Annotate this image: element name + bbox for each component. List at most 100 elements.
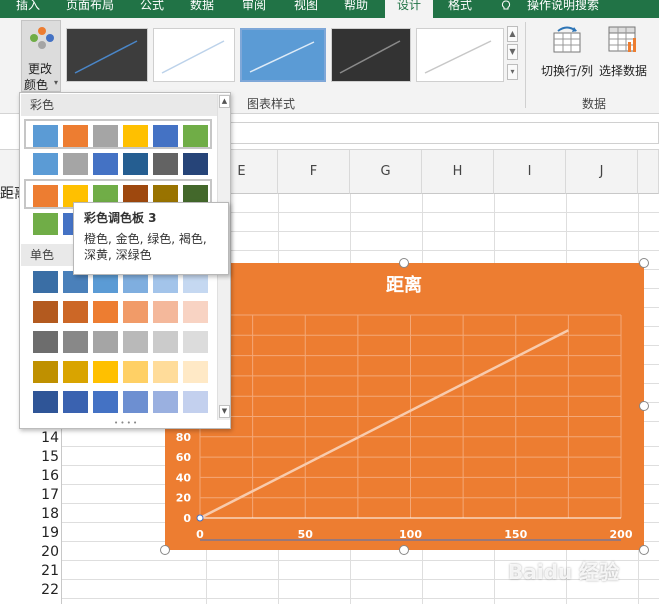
chart-styles-group-label: 图表样式 [247, 97, 296, 111]
chart-style-5[interactable] [416, 28, 504, 82]
chart-area[interactable]: 距离 0 50 100 150 200 0 20 40 60 80 [165, 263, 644, 550]
select-data-button[interactable]: 选择数据 [598, 22, 654, 82]
resize-grip[interactable]: • • • • [114, 419, 137, 427]
chart-style-2[interactable] [153, 28, 235, 82]
resize-handle-right[interactable] [639, 401, 649, 411]
tab-page-layout[interactable]: 页面布局 [62, 0, 118, 18]
row-header-16[interactable]: 16 [0, 468, 61, 484]
switch-row-column-icon [553, 26, 581, 53]
x-tick-label: 100 [399, 528, 422, 541]
color-swatch [123, 153, 148, 175]
resize-handle-bottom[interactable] [399, 545, 409, 555]
color-swatch [93, 391, 118, 413]
gallery-more-button[interactable]: ▾ [507, 64, 518, 80]
chart-style-4[interactable] [331, 28, 411, 82]
colorful-palette-row-2[interactable] [24, 149, 214, 179]
scroll-down-arrow-icon[interactable]: ▼ [219, 405, 230, 418]
chart-style-3[interactable] [240, 28, 326, 82]
y-tick-label: 60 [176, 451, 192, 464]
axis-origin-handle[interactable] [196, 514, 204, 522]
color-swatch [63, 125, 88, 147]
color-swatch [183, 153, 208, 175]
column-header-k[interactable] [638, 150, 659, 194]
color-swatch [33, 361, 58, 383]
colorful-palette-row-1[interactable] [24, 119, 212, 149]
tab-review[interactable]: 审阅 [238, 0, 270, 18]
color-swatch [183, 301, 208, 323]
color-swatch [183, 125, 208, 147]
column-header-g[interactable]: G [350, 150, 422, 194]
column-header-i[interactable]: I [494, 150, 566, 194]
color-swatch [33, 391, 58, 413]
row-header-20[interactable]: 20 [0, 544, 61, 560]
chart-title[interactable]: 距离 [386, 274, 422, 296]
scroll-up-arrow-icon[interactable]: ▲ [219, 95, 230, 108]
chart-style-1[interactable] [66, 28, 148, 82]
x-tick-label: 50 [298, 528, 314, 541]
y-tick-label: 40 [176, 471, 192, 484]
row-header-22[interactable]: 22 [0, 582, 61, 598]
ribbon-tab-bar: 插入 页面布局 公式 数据 审阅 视图 帮助 设计 格式 操作说明搜索 [0, 0, 659, 18]
series-line[interactable] [199, 329, 569, 520]
gallery-scroll-up-button[interactable]: ▲ [507, 26, 518, 42]
color-swatch [153, 331, 178, 353]
color-swatch [123, 301, 148, 323]
color-swatch [63, 153, 88, 175]
tell-me-search[interactable]: 操作说明搜索 [523, 0, 603, 18]
y-tick-label: 20 [176, 492, 192, 505]
tab-design[interactable]: 设计 [385, 0, 433, 18]
switch-row-column-button[interactable]: 切换行/列 [538, 22, 596, 82]
column-header-f[interactable]: F [278, 150, 350, 194]
color-swatch [123, 391, 148, 413]
monochromatic-palette-row-2[interactable] [24, 297, 214, 327]
resize-handle-top-right[interactable] [639, 258, 649, 268]
colorful-section-label: 彩色 [21, 94, 217, 116]
chevron-down-icon: ▾ [54, 78, 59, 87]
column-header-h[interactable]: H [422, 150, 494, 194]
select-data-label: 选择数据 [599, 64, 648, 78]
gallery-scroll-down-button[interactable]: ▼ [507, 44, 518, 60]
row-header-18[interactable]: 18 [0, 506, 61, 522]
tab-view[interactable]: 视图 [290, 0, 322, 18]
color-swatch [33, 271, 58, 293]
resize-handle-bottom-left[interactable] [160, 545, 170, 555]
color-swatch [93, 331, 118, 353]
row-header-14[interactable]: 14 [0, 430, 61, 446]
line-chart: 距离 0 50 100 150 200 0 20 40 60 80 [176, 274, 633, 541]
color-swatch [123, 331, 148, 353]
resize-handle-top[interactable] [399, 258, 409, 268]
tab-formulas[interactable]: 公式 [136, 0, 168, 18]
row-header-17[interactable]: 17 [0, 487, 61, 503]
color-swatch [63, 391, 88, 413]
y-tick-label: 0 [183, 512, 191, 525]
change-colors-button[interactable]: 更改 颜色 ▾ [21, 20, 61, 92]
color-swatch [63, 301, 88, 323]
row-header-15[interactable]: 15 [0, 449, 61, 465]
color-swatch [183, 391, 208, 413]
tab-insert[interactable]: 插入 [10, 0, 46, 18]
monochromatic-palette-row-4[interactable] [24, 357, 214, 387]
color-swatch [123, 125, 148, 147]
color-swatch [33, 301, 58, 323]
resize-handle-bottom-right[interactable] [639, 545, 649, 555]
color-swatch [63, 361, 88, 383]
lightbulb-icon [497, 0, 515, 18]
formula-input[interactable] [230, 122, 659, 144]
ribbon-separator [525, 22, 526, 108]
tab-help[interactable]: 帮助 [340, 0, 372, 18]
column-header-j[interactable]: J [566, 150, 638, 194]
monochromatic-palette-row-5[interactable] [24, 387, 214, 417]
color-swatch [153, 361, 178, 383]
tab-data[interactable]: 数据 [186, 0, 218, 18]
tab-format[interactable]: 格式 [440, 0, 480, 18]
color-swatch [33, 331, 58, 353]
change-colors-label-1: 更改 [28, 62, 53, 76]
row-header-19[interactable]: 19 [0, 525, 61, 541]
color-swatch [153, 153, 178, 175]
monochromatic-palette-row-3[interactable] [24, 327, 214, 357]
color-swatch [183, 331, 208, 353]
color-swatch [33, 125, 58, 147]
color-swatch [153, 391, 178, 413]
color-swatch [93, 153, 118, 175]
row-header-21[interactable]: 21 [0, 563, 61, 579]
